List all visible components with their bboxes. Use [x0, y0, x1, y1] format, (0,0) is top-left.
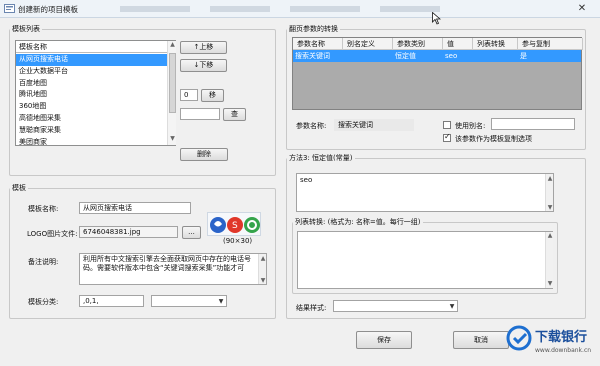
result-style-label: 结果样式: [296, 304, 327, 312]
copy-option-checkbox[interactable] [443, 132, 451, 142]
logo-preview: S [207, 212, 261, 236]
params-grid[interactable]: 参数名称 别名定义 参数类别值列表转换 参与复制 搜索关键词 恒定值 seo 是 [292, 37, 583, 110]
result-style-select[interactable]: ▼ [333, 300, 458, 312]
template-listbox[interactable]: 模板名称 从网页搜索电话 企业大数据平台 百度地图 腾讯地图 360地图 高德地图采集 慧聪… [15, 40, 176, 146]
table-cell: seo [445, 52, 458, 60]
search-button[interactable]: 查 [223, 108, 246, 121]
param-name-value: 搜索关键词 [334, 119, 414, 131]
chevron-down-icon: ▼ [449, 303, 455, 310]
browse-button[interactable]: ... [182, 226, 201, 239]
note-textarea[interactable]: 利用所有中文搜索引擎去全面获取网页中存在的电话号码。需要软件版本中包含“关键词搜… [79, 253, 267, 285]
category-input[interactable]: ,0,1, [79, 295, 144, 307]
save-button[interactable]: 保存 [356, 331, 412, 349]
move-to-button[interactable]: 移 [201, 89, 224, 102]
move-down-button[interactable]: ↓下移 [180, 59, 227, 72]
svg-text:S: S [232, 221, 238, 231]
logo-file-input[interactable]: 6746048381.jpg [79, 226, 178, 238]
column-header[interactable]: 别名定义 [343, 38, 393, 50]
template-name-label: 模板名称: [28, 205, 59, 213]
constant-value-text: seo [300, 176, 313, 184]
template-list-legend: 模板列表 [12, 25, 40, 33]
template-name-input[interactable]: 从网页搜索电话 [79, 202, 191, 214]
category-label: 模板分类: [28, 298, 59, 306]
list-convert-scrollbar[interactable]: ▲ ▼ [545, 232, 553, 288]
method-legend: 方法3: 恒定值(常量) [289, 154, 353, 162]
column-header[interactable]: 参与复制 [518, 38, 583, 50]
scroll-up-icon[interactable]: ▲ [168, 41, 177, 48]
search-input[interactable] [180, 108, 220, 120]
app-icon [4, 3, 15, 14]
template-legend: 模板 [12, 184, 26, 192]
delete-button[interactable]: 删除 [180, 148, 228, 161]
window-title: 创建新的项目模板 [18, 5, 78, 14]
close-button[interactable]: ✕ [570, 3, 594, 15]
column-header[interactable]: 列表转换 [473, 38, 518, 50]
watermark-url: www.downbank.cn [535, 347, 592, 354]
note-label: 备注说明: [28, 258, 59, 266]
alias-input[interactable] [491, 118, 575, 130]
watermark-text: 下载银行 [535, 330, 588, 345]
constant-value-textarea[interactable]: seo ▲ ▼ [296, 173, 554, 212]
note-text: 利用所有中文搜索引擎去全面获取网页中存在的电话号码。需要软件版本中包含“关键词搜… [83, 255, 251, 272]
list-item[interactable]: 高德地图采集 [16, 113, 167, 125]
list-item[interactable]: 腾讯地图 [16, 89, 167, 101]
template-list-header: 模板名称 [16, 41, 175, 53]
logo-size-text: (90×30) [223, 237, 253, 245]
index-input[interactable]: 0 [180, 89, 198, 101]
table-row[interactable]: 搜索关键词 恒定值 seo 是 [293, 50, 581, 62]
list-item[interactable]: 360地图 [16, 101, 167, 113]
move-up-button[interactable]: ↑上移 [180, 41, 227, 54]
list-item[interactable]: 慧聪商家采集 [16, 125, 167, 137]
constant-scrollbar[interactable]: ▲ ▼ [545, 174, 553, 211]
use-alias-label: 使用别名: [455, 122, 486, 130]
list-item[interactable]: 从网页搜索电话 [16, 54, 167, 66]
template-list-scrollbar[interactable]: ▲ ▼ [167, 41, 176, 145]
page-params-legend: 翻页参数的转换 [289, 25, 338, 33]
column-header[interactable]: 参数类别 [393, 38, 443, 50]
table-cell: 是 [520, 52, 527, 60]
list-item[interactable]: 百度地图 [16, 78, 167, 90]
column-header[interactable]: 值 [443, 38, 473, 50]
table-cell [473, 50, 518, 62]
scroll-down-icon[interactable]: ▼ [168, 135, 177, 142]
param-name-label: 参数名称: [296, 122, 327, 130]
table-cell [343, 50, 393, 62]
list-item[interactable]: 美团商家 [16, 137, 167, 146]
table-cell: 恒定值 [395, 52, 416, 60]
watermark-logo: 下载银行 www.downbank.cn [505, 320, 600, 364]
copy-option-label: 该参数作为模板复制选项 [455, 135, 532, 143]
scroll-thumb[interactable] [169, 53, 176, 113]
list-item[interactable]: 企业大数据平台 [16, 66, 167, 78]
chevron-down-icon: ▼ [218, 298, 224, 305]
column-header[interactable]: 参数名称 [293, 38, 343, 50]
list-convert-textarea[interactable] [297, 231, 553, 289]
use-alias-checkbox[interactable] [443, 121, 451, 129]
note-scrollbar[interactable]: ▲ ▼ [258, 254, 266, 284]
category-select[interactable]: ▼ [151, 295, 227, 307]
background-tabs [120, 3, 450, 15]
list-convert-legend: 列表转换: (格式为: 名称=值。每行一组) [295, 218, 421, 226]
logo-file-label: LOGO图片文件: [27, 230, 78, 238]
table-cell: 搜索关键词 [295, 52, 330, 60]
cancel-button[interactable]: 取消 [453, 331, 509, 349]
